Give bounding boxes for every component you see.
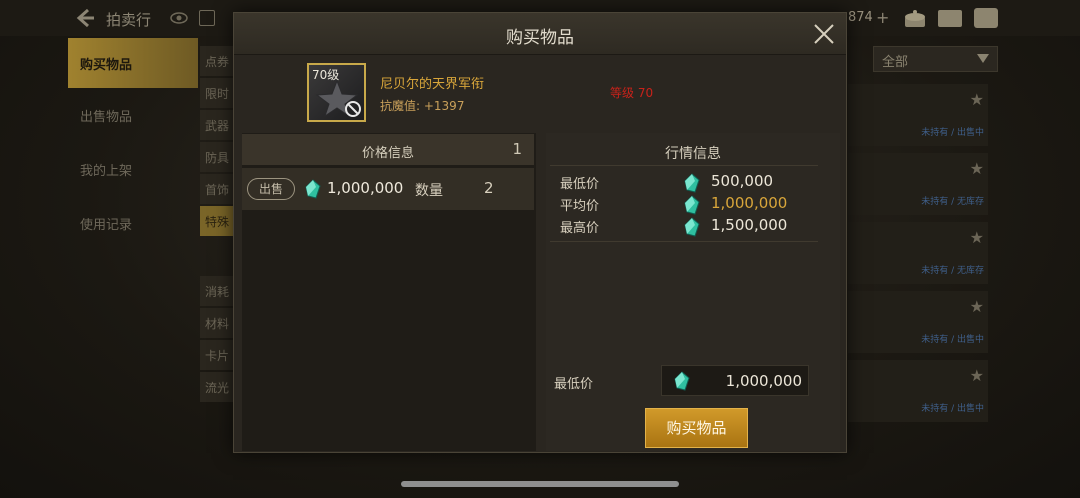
row-status: 未持有 / 出售中 [921,128,984,138]
nav-item-sell[interactable]: 出售物品 [68,88,198,142]
min-price-value: 1,000,000 [725,372,802,390]
divider [550,241,818,242]
star-icon[interactable]: ★ [970,228,984,247]
price-info-title: 价格信息 [361,146,414,161]
quantity-value: 2 [484,179,494,197]
highest-price-value: 1,500,000 [711,216,788,234]
currency-amount: 874 [848,10,873,25]
category-item[interactable]: 首饰 [200,174,234,204]
gem-icon [674,371,690,391]
nav-item-history[interactable]: 使用记录 [68,196,198,250]
chat-icon[interactable] [974,8,998,28]
add-currency-icon[interactable]: + [876,8,889,27]
lowest-price-value: 500,000 [711,172,774,190]
eye-icon[interactable] [170,10,188,26]
close-icon[interactable] [812,22,836,46]
item-icon[interactable]: 70级 [307,63,366,122]
min-price-label: 最低价 [554,377,594,392]
listing-count: 1 [512,140,522,158]
sell-badge: 出售 [247,178,295,200]
min-price-input[interactable]: 1,000,000 [661,365,809,396]
category-nav: 点券 限时 武器 防具 首饰 特殊 消耗 材料 卡片 流光 [200,46,234,404]
market-info-panel: 行情信息 最低价 500,000 平均价 1,000,000 最高价 1,500… [546,133,840,451]
banned-icon [345,101,361,117]
filter-dropdown[interactable]: 全部 [873,46,998,72]
nav-item-my-listings[interactable]: 我的上架 [68,142,198,196]
divider [550,165,818,166]
page-title: 拍卖行 [106,11,152,29]
home-indicator [401,481,679,487]
category-item[interactable]: 消耗 [200,276,234,306]
category-item[interactable]: 限时 [200,78,234,108]
row-status: 未持有 / 无库存 [921,266,984,276]
category-item[interactable]: 卡片 [200,340,234,370]
lowest-price-label: 最低价 [560,177,600,192]
category-item[interactable]: 防具 [200,142,234,172]
category-item[interactable]: 材料 [200,308,234,338]
quantity-label: 数量 [415,183,443,199]
cake-icon[interactable] [903,8,927,28]
item-level-requirement: 等级 70 [610,86,654,100]
list-item[interactable]: ★ 未持有 / 无库存 [848,153,988,215]
price-info-panel: 价格信息 1 出售 1,000,000 数量 2 [242,133,536,451]
left-nav: 购买物品 出售物品 我的上架 使用记录 [68,38,198,250]
category-item[interactable]: 特殊 [200,206,234,236]
dialog-header: 购买物品 [234,13,846,55]
back-arrow-icon[interactable] [74,7,96,29]
gem-icon [684,173,700,193]
star-icon[interactable]: ★ [970,297,984,316]
star-icon[interactable]: ★ [970,366,984,385]
item-name: 尼贝尔的天界军衔 [380,77,485,92]
list-item[interactable]: ★ 未持有 / 出售中 [848,360,988,422]
category-item[interactable]: 武器 [200,110,234,140]
gem-icon [684,217,700,237]
list-item[interactable]: ★ 未持有 / 无库存 [848,222,988,284]
list-item[interactable]: ★ 未持有 / 出售中 [848,291,988,353]
item-level-badge: 70级 [312,68,340,82]
price-info-header: 价格信息 1 [242,134,534,165]
highest-price-label: 最高价 [560,221,600,236]
row-status: 未持有 / 出售中 [921,404,984,414]
listing-row[interactable]: 出售 1,000,000 数量 2 [242,168,534,210]
category-item[interactable]: 点券 [200,46,234,76]
gem-icon [305,179,321,199]
market-info-title: 行情信息 [665,146,721,162]
category-item[interactable]: 流光 [200,372,234,402]
star-icon[interactable]: ★ [970,90,984,109]
buy-item-dialog: 购买物品 70级 尼贝尔的天界军衔 抗魔值: +1397 等级 70 价格信息 … [233,12,847,453]
dialog-title: 购买物品 [506,28,574,48]
gem-icon [684,195,700,215]
filter-value: 全部 [882,55,909,70]
info-icon[interactable] [199,10,215,26]
average-price-value: 1,000,000 [711,194,788,212]
listing-rows-background: ★ 未持有 / 出售中 ★ 未持有 / 无库存 ★ 未持有 / 无库存 ★ 未持有 / … [848,84,988,429]
item-stat: 抗魔值: +1397 [380,99,465,113]
row-status: 未持有 / 无库存 [921,197,984,207]
list-item[interactable]: ★ 未持有 / 出售中 [848,84,988,146]
average-price-label: 平均价 [560,199,600,214]
chevron-down-icon [977,54,989,63]
row-status: 未持有 / 出售中 [921,335,984,345]
nav-item-buy[interactable]: 购买物品 [68,38,198,88]
star-icon[interactable]: ★ [970,159,984,178]
mail-icon[interactable] [938,10,962,27]
buy-item-button[interactable]: 购买物品 [645,408,748,448]
listing-price: 1,000,000 [327,179,404,197]
